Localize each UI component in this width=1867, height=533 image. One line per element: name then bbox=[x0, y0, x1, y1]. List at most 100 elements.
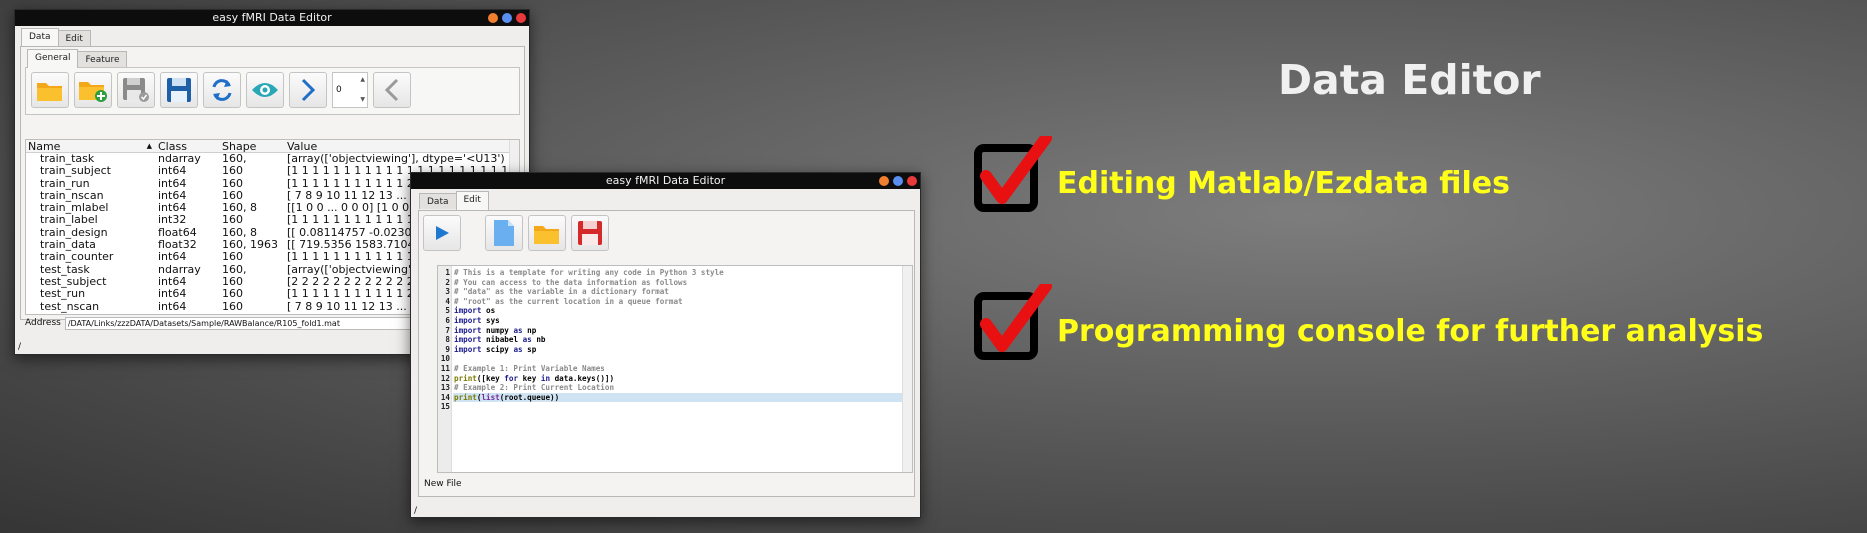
tab-data[interactable]: Data bbox=[21, 28, 59, 47]
save-disabled-button[interactable] bbox=[117, 72, 155, 108]
address-label: Address bbox=[25, 318, 61, 328]
code-line: 10 bbox=[438, 354, 912, 364]
code-token: print bbox=[454, 392, 477, 402]
editor-scrollbar[interactable] bbox=[902, 266, 912, 472]
cell-class: int64 bbox=[158, 288, 187, 301]
cell-name: train_data bbox=[40, 239, 96, 252]
open-folder-button[interactable] bbox=[31, 72, 69, 108]
save-button[interactable] bbox=[160, 72, 198, 108]
chevron-left-icon bbox=[384, 78, 399, 102]
code-token: numpy bbox=[481, 325, 514, 335]
line-number: 3 bbox=[445, 287, 450, 297]
back-button[interactable] bbox=[373, 72, 411, 108]
editor-status: New File bbox=[424, 479, 462, 489]
cell-shape: 160 bbox=[222, 165, 243, 178]
line-number: 10 bbox=[440, 354, 450, 364]
feature-editing: Editing Matlab/Ezdata files bbox=[1057, 166, 1510, 201]
cell-shape: 160, 1963 bbox=[222, 239, 278, 252]
line-number: 5 bbox=[445, 306, 450, 316]
maximize-button[interactable] bbox=[893, 176, 903, 186]
cell-class: int64 bbox=[158, 189, 187, 202]
code-token: np bbox=[522, 325, 537, 335]
line-number: 11 bbox=[440, 363, 450, 373]
save-file-button[interactable] bbox=[571, 215, 609, 251]
column-header-value[interactable]: Value bbox=[284, 140, 519, 152]
open-file-button[interactable] bbox=[528, 215, 566, 251]
view-button[interactable] bbox=[246, 72, 284, 108]
feature-console: Programming console for further analysis bbox=[1057, 314, 1764, 349]
code-line: 12 print([key for key in data.keys()]) bbox=[438, 374, 912, 384]
code-text: import scipy as sp bbox=[454, 345, 536, 355]
cell-class: int64 bbox=[158, 177, 187, 190]
promo-title: Data Editor bbox=[1278, 56, 1541, 104]
cell-class: int64 bbox=[155, 313, 219, 314]
cell-shape: 160 bbox=[222, 288, 243, 301]
column-header-name[interactable]: Name ▲ bbox=[26, 140, 155, 152]
code-token: # Example 1: Print Variable Names bbox=[454, 363, 605, 373]
maximize-button[interactable] bbox=[502, 13, 512, 23]
cell-class: ndarray bbox=[158, 153, 201, 165]
code-line: 4 # "root" as the current location in a q… bbox=[438, 297, 912, 307]
tab-edit[interactable]: Edit bbox=[57, 30, 91, 46]
code-token: list bbox=[481, 392, 500, 402]
tab-feature[interactable]: Feature bbox=[77, 51, 128, 67]
code-text: import sys bbox=[454, 316, 500, 326]
reload-button[interactable] bbox=[203, 72, 241, 108]
cell-name: train_nscan bbox=[40, 189, 104, 202]
file-icon bbox=[494, 220, 514, 246]
code-token: ([key bbox=[476, 373, 505, 383]
code-line: 13 # Example 2: Print Current Location bbox=[438, 383, 912, 393]
minimize-button[interactable] bbox=[488, 13, 498, 23]
column-header-shape[interactable]: Shape bbox=[219, 140, 284, 152]
save-check-icon bbox=[123, 78, 149, 102]
code-token: nb bbox=[531, 335, 546, 345]
code-editor[interactable]: 1 # This is a template for writing any co… bbox=[437, 265, 913, 473]
table-row[interactable]: train_task ndarray 160, [array(['objectview… bbox=[26, 153, 519, 165]
cell-name: train_design bbox=[40, 226, 108, 239]
code-token: data.keys()]) bbox=[550, 373, 615, 383]
line-number: 13 bbox=[440, 383, 450, 393]
new-file-button[interactable] bbox=[485, 215, 523, 251]
code-line: 7 import numpy as np bbox=[438, 326, 912, 336]
code-line: 1 # This is a template for writing any co… bbox=[438, 268, 912, 278]
code-line: 15 bbox=[438, 402, 912, 412]
run-button[interactable] bbox=[423, 215, 461, 251]
close-button[interactable] bbox=[516, 13, 526, 23]
code-token: import bbox=[454, 335, 482, 345]
add-folder-button[interactable] bbox=[74, 72, 112, 108]
cell-class: int32 bbox=[158, 214, 187, 227]
index-spinbox[interactable]: 0 ▲ ▼ bbox=[332, 72, 368, 108]
sort-asc-icon: ▲ bbox=[146, 142, 152, 150]
window-titlebar: easy fMRI Data Editor bbox=[15, 10, 529, 26]
code-token: # This is a template for writing any cod… bbox=[454, 268, 724, 277]
refresh-icon bbox=[212, 79, 232, 101]
save-icon bbox=[167, 78, 191, 102]
line-number: 1 bbox=[445, 268, 450, 277]
tab-data[interactable]: Data bbox=[419, 193, 457, 209]
spin-down-icon[interactable]: ▼ bbox=[360, 97, 365, 103]
code-token: import bbox=[454, 306, 482, 316]
code-text: import nibabel as nb bbox=[454, 335, 545, 345]
tab-general[interactable]: General bbox=[27, 49, 79, 68]
cell-shape: 160, 8 bbox=[219, 313, 284, 314]
code-token: os bbox=[481, 306, 496, 316]
forward-button[interactable] bbox=[289, 72, 327, 108]
tab-edit[interactable]: Edit bbox=[455, 191, 489, 210]
code-token: # You can access to the data information… bbox=[454, 277, 688, 287]
code-text: print(list(root.queue)) bbox=[454, 393, 559, 403]
status-bar: / bbox=[18, 342, 22, 352]
cell-name: test_run bbox=[40, 288, 86, 301]
close-button[interactable] bbox=[907, 176, 917, 186]
cell-class: int64 bbox=[158, 165, 187, 178]
column-header-class[interactable]: Class bbox=[155, 140, 219, 152]
cell-name: train_subject bbox=[40, 165, 111, 178]
code-text: # "data" as the variable in a dictionary… bbox=[454, 287, 669, 297]
code-line: 3 # "data" as the variable in a dictionar… bbox=[438, 287, 912, 297]
cell-class: ndarray bbox=[158, 263, 201, 276]
spin-up-icon[interactable]: ▲ bbox=[360, 77, 365, 83]
cell-shape: 160, 8 bbox=[222, 202, 257, 215]
line-number: 7 bbox=[445, 325, 450, 335]
code-line: 5 import os bbox=[438, 306, 912, 316]
minimize-button[interactable] bbox=[879, 176, 889, 186]
cell-shape: 160 bbox=[222, 300, 243, 313]
